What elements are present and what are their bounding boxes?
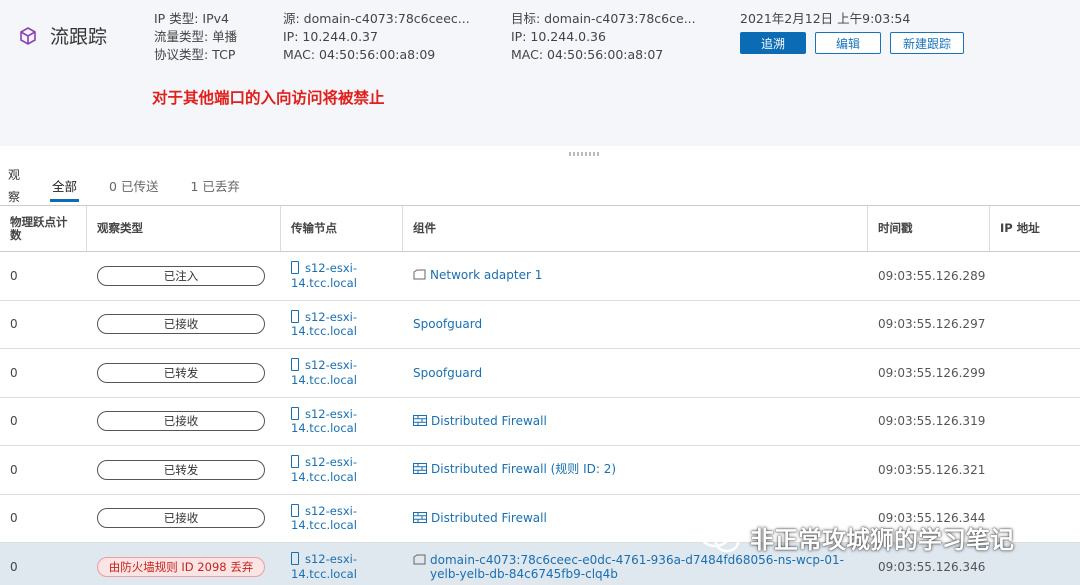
component-link[interactable]: Distributed Firewall (规则 ID: 2): [413, 462, 616, 477]
timestamp: 09:03:55.126.299: [878, 365, 986, 380]
tab-delivered[interactable]: 0 已传送: [107, 174, 160, 202]
watermark-text: 非正常攻城狮的学习笔记: [750, 526, 1014, 554]
cube-icon: [20, 26, 36, 45]
source-name: 源: domain-c4073:78c6ceec...: [283, 11, 470, 26]
host-icon: [291, 503, 299, 517]
ip-address-cell: [990, 252, 1080, 300]
host-icon: [291, 261, 299, 275]
tab-dropped[interactable]: 1 已丢弃: [188, 174, 241, 202]
page-title-group: 流跟踪: [18, 22, 107, 49]
observation-type-badge: 已接收: [97, 411, 265, 432]
vnic-icon: [413, 554, 426, 568]
hop-count: 0: [10, 414, 18, 429]
host-icon: [291, 309, 299, 323]
source-info: 源: domain-c4073:78c6ceec... IP: 10.244.0…: [283, 10, 470, 64]
source-ip: IP: 10.244.0.37: [283, 29, 378, 44]
ip-address-cell: [990, 349, 1080, 397]
component-link[interactable]: Network adapter 1: [413, 268, 542, 283]
warning-annotation: 对于其他端口的入向访问将被禁止: [152, 89, 385, 107]
tab-all[interactable]: 全部: [50, 174, 80, 202]
observation-type-badge: 已转发: [97, 459, 265, 480]
resize-handle[interactable]: [569, 152, 599, 156]
hop-count: 0: [10, 511, 18, 526]
table-row[interactable]: 0 已转发 s12-esxi- 14.tcc.local Spoofguard …: [0, 349, 1080, 398]
ip-type: IP 类型: IPv4: [154, 11, 229, 26]
table-row[interactable]: 0 已注入 s12-esxi- 14.tcc.local Network ada…: [0, 252, 1080, 301]
trace-button[interactable]: 追溯: [740, 32, 806, 54]
page-title: 流跟踪: [50, 26, 108, 48]
hop-count: 0: [10, 268, 18, 283]
firewall-icon: [413, 414, 427, 429]
table-row[interactable]: 0 已接收 s12-esxi- 14.tcc.local Spoofguard …: [0, 301, 1080, 349]
component-link[interactable]: Spoofguard: [413, 317, 482, 331]
column-component[interactable]: 组件: [403, 206, 868, 251]
column-timestamp[interactable]: 时间戳: [868, 206, 990, 251]
destination-ip: IP: 10.244.0.36: [511, 29, 606, 44]
observation-type-badge: 已接收: [97, 508, 265, 529]
observation-type-badge: 已注入: [97, 265, 265, 286]
component-link[interactable]: domain-c4073:78c6ceec-e0dc-4761-936a-d74…: [413, 553, 844, 581]
flow-trace-header: 流跟踪 IP 类型: IPv4 流量类型: 单播 协议类型: TCP 源: do…: [0, 0, 1080, 146]
host-icon: [291, 358, 299, 372]
new-trace-button[interactable]: 新建跟踪: [890, 32, 964, 54]
transport-node-link[interactable]: s12-esxi- 14.tcc.local: [291, 455, 357, 484]
destination-info: 目标: domain-c4073:78c6ce... IP: 10.244.0.…: [511, 10, 696, 64]
edit-button[interactable]: 编辑: [815, 32, 881, 54]
table-row[interactable]: 0 已转发 s12-esxi- 14.tcc.local Distributed…: [0, 446, 1080, 495]
firewall-icon: [413, 511, 427, 526]
column-observation-type[interactable]: 观察类型: [87, 206, 281, 251]
hop-count: 0: [10, 317, 18, 332]
host-icon: [291, 455, 299, 469]
component-link[interactable]: Distributed Firewall: [413, 414, 547, 429]
trace-timestamp: 2021年2月12日 上午9:03:54: [740, 11, 911, 26]
transport-node-link[interactable]: s12-esxi- 14.tcc.local: [291, 552, 357, 581]
header-actions: 追溯 编辑 新建跟踪: [740, 32, 964, 54]
hop-count: 0: [10, 365, 18, 380]
transport-node-link[interactable]: s12-esxi- 14.tcc.local: [291, 406, 357, 436]
timestamp: 09:03:55.126.346: [878, 559, 986, 574]
table-header: 物理跃点计数 观察类型 传输节点 组件 时间戳 IP 地址: [0, 205, 1080, 252]
transport-node-link[interactable]: s12-esxi- 14.tcc.local: [291, 503, 357, 533]
hop-count: 0: [10, 462, 18, 477]
observation-type-badge: 已转发: [97, 362, 265, 383]
transport-node-link[interactable]: s12-esxi- 14.tcc.local: [291, 309, 357, 339]
host-icon: [291, 552, 299, 566]
wechat-icon: [699, 522, 740, 552]
trace-timestamp-wrap: 2021年2月12日 上午9:03:54: [740, 10, 910, 28]
destination-name: 目标: domain-c4073:78c6ce...: [511, 11, 696, 26]
timestamp: 09:03:55.126.297: [878, 317, 986, 332]
destination-mac: MAC: 04:50:56:00:a8:07: [511, 47, 664, 62]
table-row[interactable]: 0 已接收 s12-esxi- 14.tcc.local Distributed…: [0, 398, 1080, 446]
ip-address-cell: [990, 301, 1080, 349]
vnic-icon: [413, 269, 426, 283]
hop-count: 0: [10, 559, 18, 574]
host-icon: [291, 406, 299, 420]
ip-address-cell: [990, 446, 1080, 494]
observation-type-badge: 已接收: [97, 314, 265, 335]
timestamp: 09:03:55.126.289: [878, 268, 986, 283]
traffic-type: 流量类型: 单播: [154, 29, 238, 44]
protocol-info: IP 类型: IPv4 流量类型: 单播 协议类型: TCP: [154, 10, 237, 64]
component-link[interactable]: Spoofguard: [413, 366, 482, 380]
column-transport-node[interactable]: 传输节点: [281, 206, 403, 251]
observations-label: 观察: [8, 168, 21, 204]
observation-tabs: 全部 0 已传送 1 已丢弃: [50, 174, 270, 202]
column-ip-address[interactable]: IP 地址: [990, 206, 1080, 251]
observation-type-badge: 由防火墙规则 ID 2098 丢弃: [97, 556, 265, 577]
transport-node-link[interactable]: s12-esxi- 14.tcc.local: [291, 358, 357, 387]
ip-address-cell: [990, 398, 1080, 446]
source-mac: MAC: 04:50:56:00:a8:09: [283, 47, 436, 62]
timestamp: 09:03:55.126.319: [878, 414, 986, 429]
transport-node-link[interactable]: s12-esxi- 14.tcc.local: [291, 261, 357, 290]
protocol-type: 协议类型: TCP: [154, 47, 236, 62]
timestamp: 09:03:55.126.321: [878, 462, 986, 477]
column-hop-count[interactable]: 物理跃点计数: [0, 206, 87, 251]
watermark: 非正常攻城狮的学习笔记: [698, 520, 1014, 555]
firewall-icon: [413, 463, 427, 477]
component-link[interactable]: Distributed Firewall: [413, 511, 547, 526]
